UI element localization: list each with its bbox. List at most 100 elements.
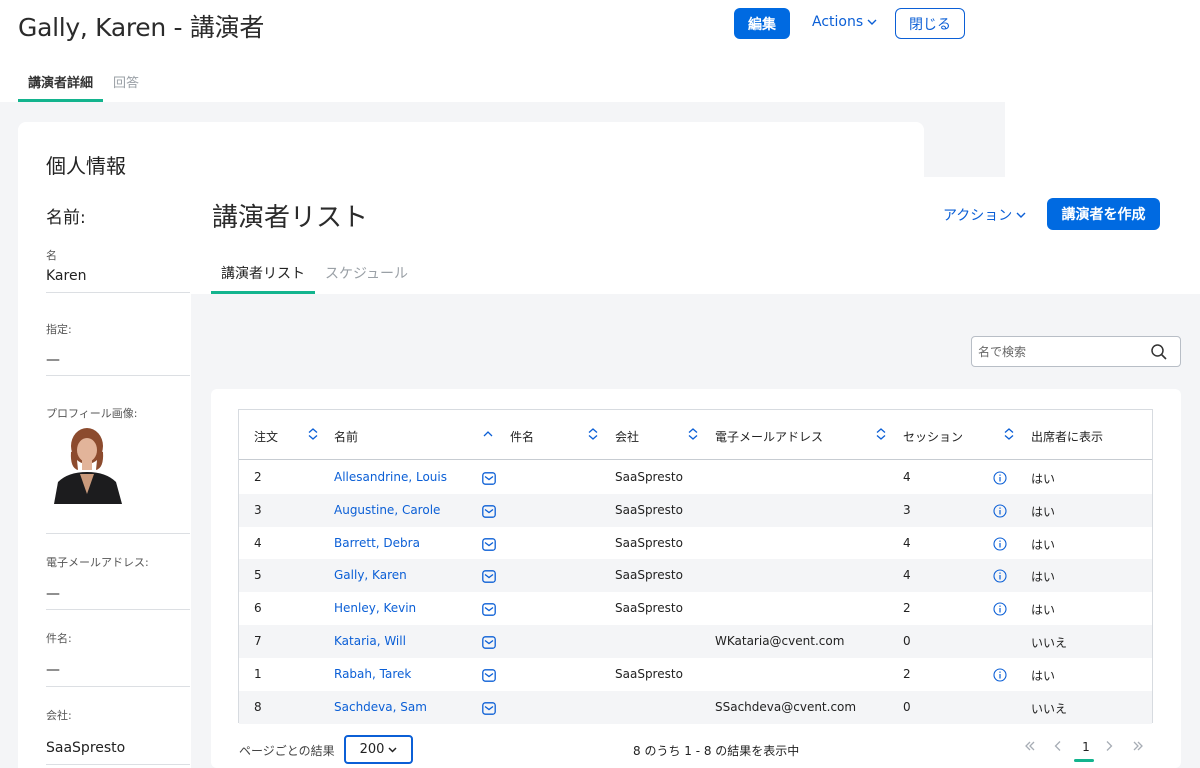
close-button[interactable]: 閉じる [895,8,965,39]
divider [46,533,190,534]
company-cell: SaaSpresto [615,535,683,550]
per-page-value: 200 [359,742,385,757]
column-header-order[interactable]: 注文 [254,428,278,445]
detail-page-title: Gally, Karen - 講演者 [18,13,265,42]
divider [46,609,190,610]
speaker-name-link[interactable]: Rabah, Tarek [334,667,411,681]
per-page-select[interactable]: 200 [344,735,413,764]
email-value: — [46,586,60,602]
email-icon[interactable] [482,536,496,555]
tab-speaker-list[interactable]: 講演者リスト [211,258,315,294]
order-cell: 6 [254,601,262,616]
last-page-icon[interactable] [1132,740,1144,752]
first-page-icon[interactable] [1024,740,1036,752]
info-icon[interactable] [993,503,1007,522]
edit-button[interactable]: 編集 [734,8,790,39]
actions-label: Actions [812,14,864,30]
column-header-email[interactable]: 電子メールアドレス [715,428,823,445]
detail-tabs: 講演者詳細 回答 [18,70,149,102]
results-summary: 8 のうち 1 - 8 の結果を表示中 [633,744,800,758]
company-cell: SaaSpresto [615,568,683,583]
sessions-cell: 4 [903,470,911,484]
order-cell: 7 [254,634,262,648]
column-header-company[interactable]: 会社 [615,428,639,445]
tab-schedule[interactable]: スケジュール [315,258,418,294]
speaker-name-link[interactable]: Sachdeva, Sam [334,700,427,714]
column-header-sessions[interactable]: セッション [903,428,963,445]
sessions-cell: 0 [903,634,911,648]
sort-icon[interactable] [308,428,318,440]
speaker-name-link[interactable]: Kataria, Will [334,634,406,648]
tab-speaker-details[interactable]: 講演者詳細 [18,70,104,102]
actions-menu[interactable]: Actions [812,14,877,30]
previous-page-icon[interactable] [1054,740,1062,752]
order-cell: 8 [254,699,262,714]
speaker-name-link[interactable]: Henley, Kevin [334,601,416,615]
email-icon[interactable] [482,634,496,653]
show-attendees-cell: いいえ [1031,636,1068,650]
profile-image-label: プロフィール画像: [46,407,138,420]
sort-icon[interactable] [1004,428,1014,440]
column-header-title[interactable]: 件名 [510,428,534,445]
divider [46,764,190,765]
first-name-label: 名 [46,249,57,262]
sort-icon[interactable] [688,428,698,440]
action-menu[interactable]: アクション [943,205,1026,225]
table-row: 8 Sachdeva, Sam SSachdeva@cvent.com 0 いいえ [239,690,1152,724]
speaker-name-link[interactable]: Barrett, Debra [334,536,420,550]
per-page-label: ページごとの結果 [239,744,335,758]
company-cell: SaaSpresto [615,601,683,616]
next-page-icon[interactable] [1105,740,1113,752]
designation-value: — [46,352,60,368]
sessions-cell: 4 [903,535,911,550]
order-cell: 2 [254,470,262,484]
info-icon[interactable] [993,536,1007,555]
info-icon[interactable] [993,568,1007,587]
email-icon[interactable] [482,601,496,620]
current-page[interactable]: 1 [1078,740,1094,754]
email-label: 電子メールアドレス: [46,556,149,569]
email-cell: SSachdeva@cvent.com [715,699,857,714]
search-icon[interactable] [1150,343,1168,361]
divider [46,686,190,687]
chevron-down-icon [1016,212,1026,218]
sort-icon[interactable] [876,428,886,440]
sessions-cell: 3 [903,502,911,517]
info-icon[interactable] [993,601,1007,620]
table-row: 3 Augustine, Carole SaaSpresto 3 はい [239,493,1152,527]
show-attendees-cell: はい [1031,537,1056,552]
email-icon[interactable] [482,470,496,489]
speaker-name-link[interactable]: Augustine, Carole [334,503,440,517]
info-icon[interactable] [993,470,1007,489]
email-cell: WKataria@cvent.com [715,634,845,648]
sort-icon[interactable] [588,428,598,440]
company-label: 会社: [46,709,72,722]
company-value: SaaSpresto [46,740,126,756]
speaker-name-link[interactable]: Gally, Karen [334,568,407,582]
sort-ascending-icon[interactable] [483,431,493,437]
email-icon[interactable] [482,667,496,686]
chevron-down-icon [867,19,877,25]
create-speaker-button[interactable]: 講演者を作成 [1047,198,1160,230]
column-header-name[interactable]: 名前 [334,428,358,445]
action-menu-label: アクション [943,208,1013,224]
table-row: 4 Barrett, Debra SaaSpresto 4 はい [239,527,1152,560]
email-icon[interactable] [482,700,496,719]
speaker-name-link[interactable]: Allesandrine, Louis [334,470,447,484]
tab-answers[interactable]: 回答 [103,70,149,102]
info-icon[interactable] [993,667,1007,686]
chevron-down-icon [388,746,397,753]
search-input[interactable] [972,337,1142,366]
email-icon[interactable] [482,503,496,522]
table-row: 5 Gally, Karen SaaSpresto 4 はい [239,559,1152,593]
current-page-indicator [1074,759,1094,762]
speaker-table: 注文 名前 件名 会社 電子メールアドレス セッション 出席者に表示 2 Alle… [238,409,1153,724]
order-cell: 3 [254,502,262,517]
sessions-cell: 0 [903,699,911,714]
show-attendees-cell: はい [1031,668,1056,683]
email-icon[interactable] [482,568,496,587]
sessions-cell: 4 [903,568,911,583]
table-row: 7 Kataria, Will WKataria@cvent.com 0 いいえ [239,625,1152,658]
divider [46,292,190,293]
column-header-show-attendees[interactable]: 出席者に表示 [1031,428,1103,445]
